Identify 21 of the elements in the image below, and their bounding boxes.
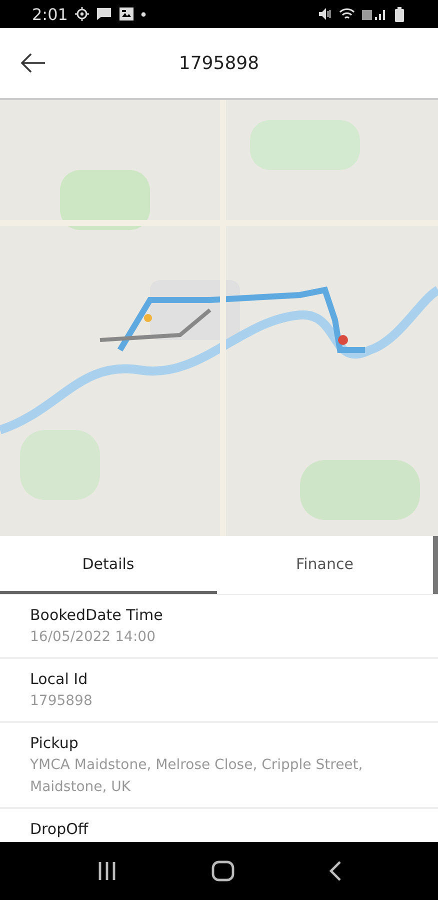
image-icon: [118, 7, 134, 21]
battery-icon: [395, 6, 404, 22]
field-label: DropOff: [30, 819, 90, 840]
dot-icon: [140, 12, 146, 16]
field-label: Pickup: [30, 733, 80, 754]
mute-icon: [318, 7, 332, 21]
chevron-left-icon: [328, 860, 342, 882]
message-icon: [96, 7, 112, 21]
tab[interactable]: Finance: [216, 536, 433, 594]
field-value: YMCA Maidstone, Melrose Close, Cripple Street, Maidstone, UK: [30, 756, 364, 797]
wifi-icon: [339, 7, 355, 21]
location-icon: [74, 7, 89, 21]
signal-icon: [362, 7, 388, 21]
status-time: 2:01: [32, 4, 68, 24]
page-title: 1795898: [178, 52, 260, 74]
tab[interactable]: Details: [0, 536, 216, 594]
scrollbar[interactable]: [433, 536, 438, 594]
field-label: Local Id: [30, 669, 89, 690]
field-label: BookedDate Time: [30, 605, 164, 626]
field-value: 16/05/2022 14:00: [30, 628, 156, 647]
field-value: 1795898: [30, 692, 94, 711]
